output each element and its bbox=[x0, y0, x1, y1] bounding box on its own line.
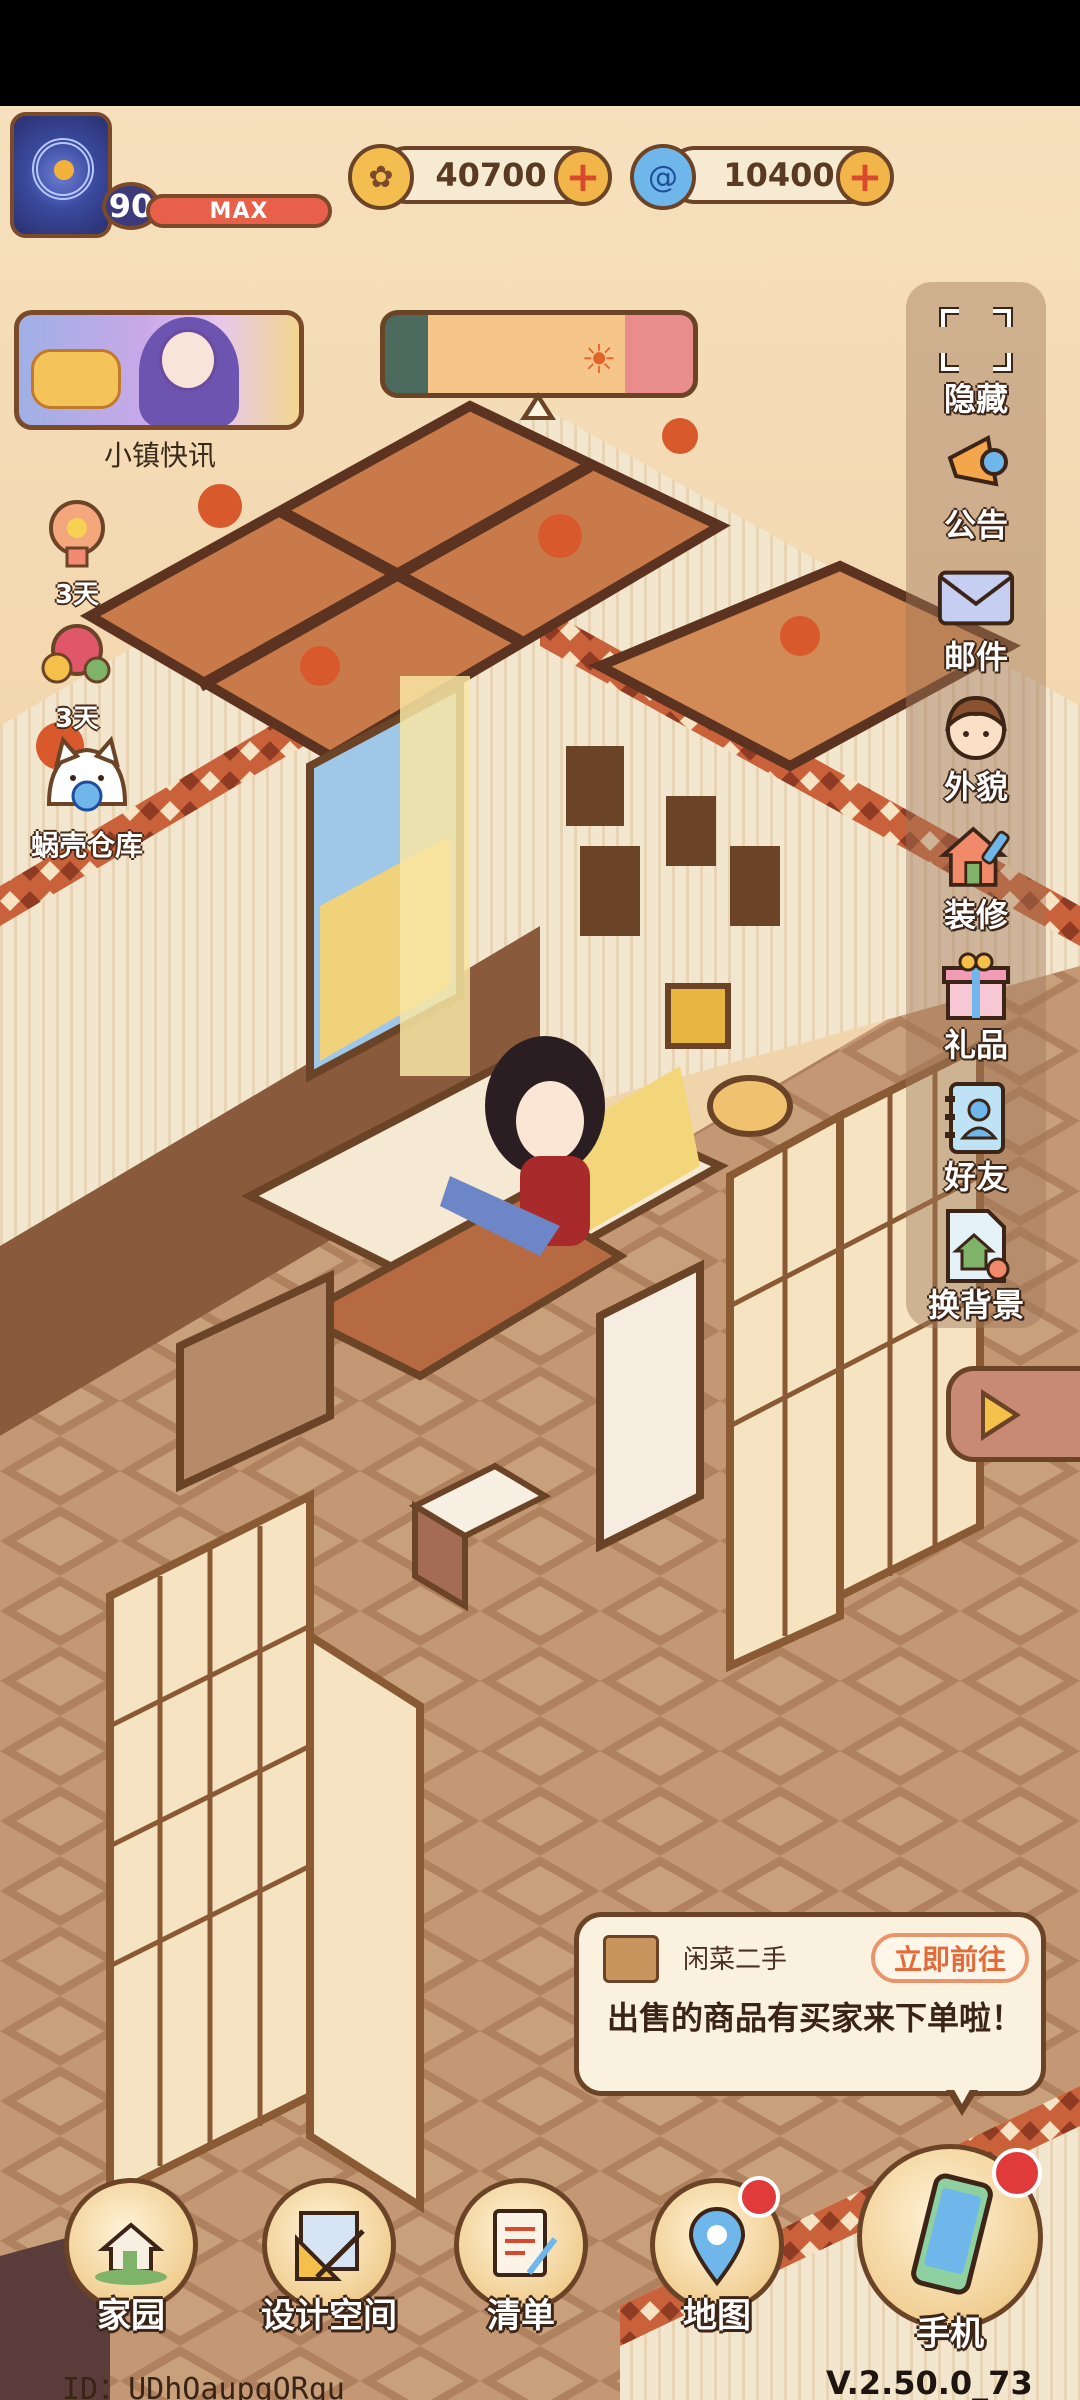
player-avatar[interactable] bbox=[10, 112, 112, 238]
gift-button[interactable]: 礼品 bbox=[906, 946, 1046, 1066]
change-background-button[interactable]: 换背景 bbox=[906, 1206, 1046, 1326]
sun-icon: ☀ bbox=[581, 337, 617, 383]
news-food-image bbox=[31, 349, 121, 409]
friends-button[interactable]: 好友 bbox=[906, 1078, 1046, 1198]
status-bar bbox=[0, 0, 1080, 106]
coin-amount: 40700 bbox=[435, 156, 547, 194]
mail-label: 邮件 bbox=[943, 638, 1008, 676]
hide-frame-icon bbox=[936, 300, 1016, 380]
avatar-center-dot bbox=[54, 160, 74, 180]
change-background-label: 换背景 bbox=[927, 1286, 1024, 1324]
announcement-button[interactable]: 公告 bbox=[906, 426, 1046, 546]
friends-label: 好友 bbox=[943, 1158, 1008, 1196]
nav-phone[interactable]: 手机 bbox=[850, 2144, 1050, 2355]
gift-box-icon bbox=[936, 946, 1016, 1026]
decorate-button[interactable]: 装修 bbox=[906, 816, 1046, 936]
map-notification-dot bbox=[738, 2176, 780, 2218]
nav-design-space-label: 设计空间 bbox=[261, 2296, 397, 2336]
gift-label: 礼品 bbox=[943, 1026, 1008, 1064]
add-shell-button[interactable]: + bbox=[836, 148, 894, 206]
snail-storage-label: 蜗壳仓库 bbox=[30, 829, 143, 862]
megaphone-icon bbox=[936, 426, 1016, 506]
news-character-face bbox=[159, 329, 217, 391]
phone-notification-dot bbox=[992, 2148, 1042, 2198]
app-version: V.2.50.0_73 bbox=[826, 2364, 1033, 2400]
spiral-shell-icon: @ bbox=[630, 144, 696, 210]
appearance-label: 外貌 bbox=[943, 768, 1008, 806]
expand-menu-button[interactable] bbox=[946, 1366, 1080, 1462]
coin-icon: ✿ bbox=[348, 144, 414, 210]
hide-ui-button[interactable]: 隐藏 bbox=[906, 300, 1046, 420]
nav-map-label: 地图 bbox=[683, 2296, 751, 2336]
event-timer-1[interactable]: 3天 bbox=[22, 494, 132, 611]
hide-ui-label: 隐藏 bbox=[943, 380, 1008, 418]
flower-gift-icon bbox=[49, 500, 105, 568]
contacts-book-icon bbox=[936, 1078, 1016, 1158]
town-news-label: 小镇快讯 bbox=[103, 439, 216, 472]
weather-caret-icon bbox=[520, 392, 556, 420]
user-id: ID：UDhOaupqORqu bbox=[62, 2372, 345, 2400]
nav-phone-label: 手机 bbox=[916, 2314, 984, 2354]
order-notification[interactable]: 闲菜二手 立即前往 出售的商品有买家来下单啦！ bbox=[574, 1912, 1046, 2096]
decorate-label: 装修 bbox=[943, 896, 1008, 934]
nav-design-space[interactable]: 设计空间 bbox=[244, 2178, 414, 2337]
notification-tail bbox=[946, 2086, 978, 2116]
background-swap-icon bbox=[936, 1206, 1016, 1286]
nav-checklist-label: 清单 bbox=[487, 2296, 555, 2336]
nav-home[interactable]: 家园 bbox=[56, 2178, 206, 2337]
house-wrench-icon bbox=[936, 816, 1016, 896]
level-progress-bar: MAX bbox=[146, 194, 332, 228]
nav-home-label: 家园 bbox=[97, 2296, 165, 2336]
rose-bouquet-icon bbox=[41, 624, 111, 684]
weather-widget[interactable]: ☀ bbox=[380, 310, 698, 398]
nav-map[interactable]: 地图 bbox=[642, 2176, 792, 2337]
mail-button[interactable]: 邮件 bbox=[906, 558, 1046, 678]
notification-source: 闲菜二手 bbox=[683, 1945, 788, 1975]
add-coin-button[interactable]: + bbox=[554, 148, 612, 206]
nav-checklist[interactable]: 清单 bbox=[446, 2178, 596, 2337]
mail-icon bbox=[936, 558, 1016, 638]
notification-message: 出售的商品有买家来下单啦！ bbox=[606, 1999, 1023, 2037]
snail-cat-icon bbox=[46, 735, 128, 812]
event-timer-2[interactable]: 3天 bbox=[22, 618, 132, 735]
appearance-button[interactable]: 外貌 bbox=[906, 688, 1046, 808]
snail-storage-button[interactable]: 蜗壳仓库 bbox=[12, 734, 162, 864]
shell-amount: 10400 bbox=[723, 156, 835, 194]
town-news-card[interactable] bbox=[14, 310, 304, 430]
character-face-icon bbox=[936, 688, 1016, 768]
go-now-button[interactable]: 立即前往 bbox=[871, 1933, 1029, 1983]
announcement-label: 公告 bbox=[943, 506, 1008, 544]
parcel-box-icon bbox=[603, 1935, 659, 1983]
event-timer-2-label: 3天 bbox=[54, 704, 100, 734]
play-arrow-icon bbox=[981, 1389, 1021, 1441]
event-timer-1-label: 3天 bbox=[54, 580, 100, 610]
